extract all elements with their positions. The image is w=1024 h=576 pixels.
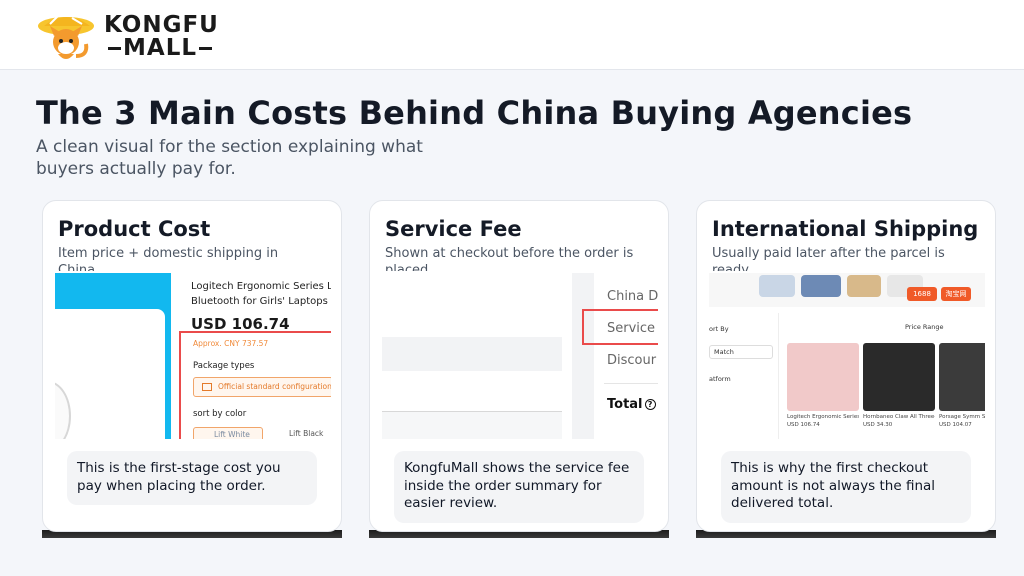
summary-bottom xyxy=(382,412,562,439)
card-subtitle: Shown at checkout before the order is pl… xyxy=(385,246,634,271)
product-name-line2: Bluetooth for Girls' Laptops a xyxy=(191,296,331,307)
banner-product-image xyxy=(759,275,795,297)
product-image-panel xyxy=(55,309,165,439)
logo-line2-wrapper: MALL xyxy=(104,37,219,60)
result-price: USD 34.30 xyxy=(863,422,893,428)
result-caption: Logitech Ergonomic Series Lift Wireless.… xyxy=(787,413,859,429)
search-results-screenshot: 1688 淘宝网 ort By Match atform Price Range… xyxy=(709,273,985,439)
card-title: Service Fee xyxy=(385,217,522,241)
package-types-label: Package types xyxy=(193,361,255,371)
summary-total: Total? xyxy=(607,397,656,412)
banner-product-image xyxy=(801,275,841,297)
card-subtitle: Usually paid later after the parcel is r… xyxy=(712,246,945,271)
card-product-cost: Product Cost Item price + domestic shipp… xyxy=(42,200,342,532)
summary-row-china-domestic: China D xyxy=(607,289,658,304)
card-title: International Shipping xyxy=(712,217,979,241)
logo-wordmark: KONGFU MALL xyxy=(104,14,219,60)
card-note: This is why the first checkout amount is… xyxy=(721,451,971,523)
result-price: USD 106.74 xyxy=(787,422,820,428)
card-note: KongfuMall shows the service fee inside … xyxy=(394,451,644,523)
result-title: Hornbaneo Claw All Three-Mode Wireless..… xyxy=(863,414,935,420)
result-caption: Hornbaneo Claw All Three-Mode Wireless..… xyxy=(863,413,935,429)
result-thumb[interactable] xyxy=(863,343,935,411)
product-page-screenshot: Logitech Ergonomic Series L Bluetooth fo… xyxy=(55,273,331,439)
badge-taobao[interactable]: 淘宝网 xyxy=(941,287,971,301)
fox-mascot-icon xyxy=(38,15,94,59)
help-icon[interactable]: ? xyxy=(644,399,656,410)
approx-price: Approx. CNY 737.57 xyxy=(193,339,269,348)
product-name: Logitech Ergonomic Series L Bluetooth fo… xyxy=(191,279,331,309)
product-name-line1: Logitech Ergonomic Series L xyxy=(191,281,331,292)
summary-total-label: Total xyxy=(607,397,643,412)
card-title: Product Cost xyxy=(58,217,211,241)
result-title: Porsage Symm Swappable Mic xyxy=(939,414,985,420)
summary-column-divider xyxy=(572,273,594,439)
sort-dropdown[interactable]: Match xyxy=(709,345,773,359)
card-service-fee: Service Fee Shown at checkout before the… xyxy=(369,200,669,532)
sort-by-color-label: sort by color xyxy=(193,409,247,419)
badge-1688[interactable]: 1688 xyxy=(907,287,937,301)
summary-band xyxy=(382,337,562,371)
logo-line2: MALL xyxy=(123,35,197,61)
order-summary-screenshot: China D Service Discour Total? xyxy=(382,273,658,439)
price-range-label: Price Range xyxy=(905,323,944,331)
page-title: The 3 Main Costs Behind China Buying Age… xyxy=(36,94,913,132)
banner-product-image xyxy=(847,275,881,297)
kongfumall-logo[interactable]: KONGFU MALL xyxy=(36,12,236,64)
result-title: Logitech Ergonomic Series Lift Wireless.… xyxy=(787,414,859,420)
package-icon xyxy=(202,383,212,391)
platform-label: atform xyxy=(709,375,731,383)
page-subtitle: A clean visual for the section explainin… xyxy=(36,137,423,179)
package-option-label: Official standard configuration xyxy=(218,382,331,391)
summary-row-discount: Discour xyxy=(607,353,657,368)
result-caption: Porsage Symm Swappable Mic USD 104.07 xyxy=(939,413,985,429)
summary-separator xyxy=(604,383,658,384)
card-note: This is the first-stage cost you pay whe… xyxy=(67,451,317,505)
highlight-box xyxy=(582,309,658,345)
color-option-white[interactable]: Lift White xyxy=(193,427,263,439)
result-thumb[interactable] xyxy=(787,343,859,411)
result-price: USD 104.07 xyxy=(939,422,972,428)
card-international-shipping: International Shipping Usually paid late… xyxy=(696,200,996,532)
result-thumb[interactable] xyxy=(939,343,985,411)
card-subtitle: Item price + domestic shipping in China xyxy=(58,246,279,271)
package-option[interactable]: Official standard configuration xyxy=(193,377,331,397)
sort-by-label: ort By xyxy=(709,325,729,333)
top-bar: KONGFU MALL xyxy=(0,0,1024,70)
color-option-black[interactable]: Lift Black xyxy=(275,427,331,439)
